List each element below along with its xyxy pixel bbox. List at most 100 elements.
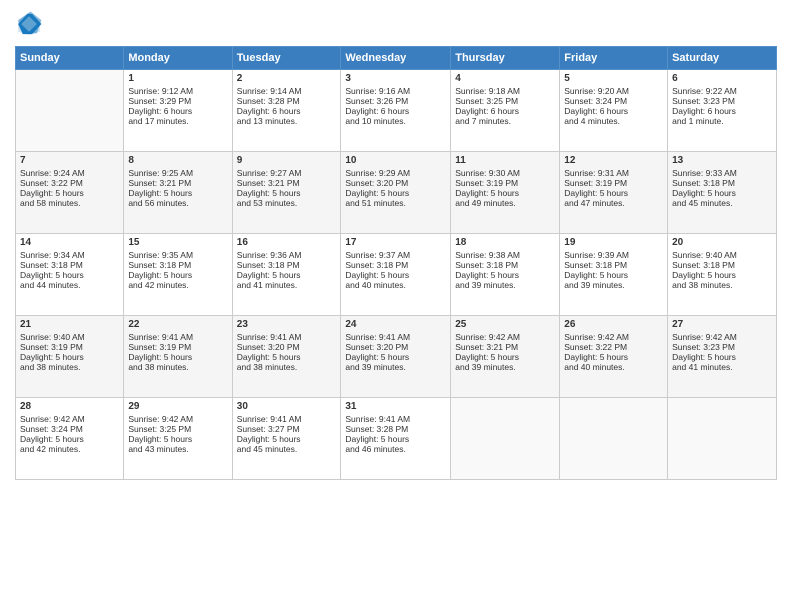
calendar-cell: 29 Sunrise: 9:42 AMSunset: 3:25 PMDayligh… — [124, 398, 232, 480]
cell-content-line: Sunset: 3:21 PM — [128, 178, 227, 188]
cell-content-line: and 45 minutes. — [237, 444, 337, 454]
day-number: 30 — [237, 401, 337, 412]
cell-content-line: Daylight: 5 hours — [672, 352, 772, 362]
calendar-cell: 15Sunrise: 9:35 AMSunset: 3:18 PMDayligh… — [124, 234, 232, 316]
calendar-cell: 9Sunrise: 9:27 AMSunset: 3:21 PMDaylight… — [232, 152, 341, 234]
calendar-day-header: Monday — [124, 47, 232, 70]
cell-content-line: and 58 minutes. — [20, 198, 119, 208]
cell-content-line: Sunrise: 9:42 AM — [455, 332, 555, 342]
cell-content-line: Sunrise: 9:41 AM — [237, 414, 337, 424]
cell-content-line: Sunrise: 9:42 AM — [128, 414, 227, 424]
calendar-day-header: Friday — [560, 47, 668, 70]
calendar-day-header: Thursday — [451, 47, 560, 70]
day-number: 5 — [564, 73, 663, 84]
calendar-cell: 28Sunrise: 9:42 AMSunset: 3:24 PMDayligh… — [16, 398, 124, 480]
cell-content-line: and 38 minutes. — [20, 362, 119, 372]
cell-content-line: Daylight: 5 hours — [128, 434, 227, 444]
cell-content-line: Sunrise: 9:39 AM — [564, 250, 663, 260]
cell-content-line: Sunset: 3:28 PM — [237, 96, 337, 106]
header — [15, 10, 777, 38]
cell-content-line: and 7 minutes. — [455, 116, 555, 126]
day-number: 19 — [564, 237, 663, 248]
cell-content-line: Daylight: 5 hours — [345, 188, 446, 198]
cell-content-line: Sunrise: 9:20 AM — [564, 86, 663, 96]
cell-content-line: and 49 minutes. — [455, 198, 555, 208]
cell-content-line: Daylight: 5 hours — [455, 352, 555, 362]
cell-content-line: Sunset: 3:27 PM — [237, 424, 337, 434]
cell-content-line: Sunset: 3:24 PM — [20, 424, 119, 434]
calendar-cell: 27Sunrise: 9:42 AMSunset: 3:23 PMDayligh… — [668, 316, 777, 398]
cell-content-line: Sunset: 3:20 PM — [345, 342, 446, 352]
day-number: 21 — [20, 319, 119, 330]
cell-content-line: Sunrise: 9:27 AM — [237, 168, 337, 178]
cell-content-line: Sunrise: 9:29 AM — [345, 168, 446, 178]
day-number: 23 — [237, 319, 337, 330]
cell-content-line: Daylight: 5 hours — [237, 434, 337, 444]
cell-content-line: and 13 minutes. — [237, 116, 337, 126]
cell-content-line: Sunset: 3:25 PM — [128, 424, 227, 434]
cell-content-line: Daylight: 5 hours — [237, 270, 337, 280]
calendar-cell: 18Sunrise: 9:38 AMSunset: 3:18 PMDayligh… — [451, 234, 560, 316]
calendar-cell: 14Sunrise: 9:34 AMSunset: 3:18 PMDayligh… — [16, 234, 124, 316]
calendar-cell — [16, 70, 124, 152]
cell-content-line: Daylight: 5 hours — [20, 352, 119, 362]
cell-content-line: Daylight: 5 hours — [455, 188, 555, 198]
calendar-cell: 21Sunrise: 9:40 AMSunset: 3:19 PMDayligh… — [16, 316, 124, 398]
cell-content-line: and 39 minutes. — [564, 280, 663, 290]
calendar-header-row: SundayMondayTuesdayWednesdayThursdayFrid… — [16, 47, 777, 70]
cell-content-line: and 41 minutes. — [672, 362, 772, 372]
cell-content-line: Sunset: 3:23 PM — [672, 96, 772, 106]
cell-content-line: Sunrise: 9:41 AM — [345, 332, 446, 342]
cell-content-line: and 17 minutes. — [128, 116, 227, 126]
cell-content-line: Sunset: 3:25 PM — [455, 96, 555, 106]
day-number: 14 — [20, 237, 119, 248]
logo-icon — [15, 10, 43, 38]
calendar-cell: 16Sunrise: 9:36 AMSunset: 3:18 PMDayligh… — [232, 234, 341, 316]
calendar-cell: 11Sunrise: 9:30 AMSunset: 3:19 PMDayligh… — [451, 152, 560, 234]
cell-content-line: Sunrise: 9:35 AM — [128, 250, 227, 260]
page: SundayMondayTuesdayWednesdayThursdayFrid… — [0, 0, 792, 612]
calendar-cell: 3Sunrise: 9:16 AMSunset: 3:26 PMDaylight… — [341, 70, 451, 152]
cell-content-line: Daylight: 5 hours — [455, 270, 555, 280]
day-number: 29 — [128, 401, 227, 412]
calendar-cell: 23Sunrise: 9:41 AMSunset: 3:20 PMDayligh… — [232, 316, 341, 398]
cell-content-line: Sunrise: 9:42 AM — [564, 332, 663, 342]
calendar-cell: 31Sunrise: 9:41 AMSunset: 3:28 PMDayligh… — [341, 398, 451, 480]
calendar-cell — [560, 398, 668, 480]
cell-content-line: and 38 minutes. — [237, 362, 337, 372]
calendar-cell: 22Sunrise: 9:41 AMSunset: 3:19 PMDayligh… — [124, 316, 232, 398]
cell-content-line: and 38 minutes. — [128, 362, 227, 372]
cell-content-line: Sunset: 3:28 PM — [345, 424, 446, 434]
cell-content-line: Daylight: 6 hours — [237, 106, 337, 116]
cell-content-line: Sunset: 3:19 PM — [564, 178, 663, 188]
day-number: 25 — [455, 319, 555, 330]
cell-content-line: Daylight: 5 hours — [345, 352, 446, 362]
calendar-cell: 30 Sunrise: 9:41 AMSunset: 3:27 PMDayligh… — [232, 398, 341, 480]
cell-content-line: Sunset: 3:18 PM — [672, 178, 772, 188]
calendar-cell: 8Sunrise: 9:25 AMSunset: 3:21 PMDaylight… — [124, 152, 232, 234]
day-number: 7 — [20, 155, 119, 166]
cell-content-line: Sunrise: 9:38 AM — [455, 250, 555, 260]
cell-content-line: Sunset: 3:19 PM — [455, 178, 555, 188]
cell-content-line: and 45 minutes. — [672, 198, 772, 208]
day-number: 20 — [672, 237, 772, 248]
cell-content-line: Sunrise: 9:36 AM — [237, 250, 337, 260]
cell-content-line: Sunset: 3:24 PM — [564, 96, 663, 106]
day-number: 1 — [128, 73, 227, 84]
cell-content-line: Sunset: 3:22 PM — [20, 178, 119, 188]
cell-content-line: and 42 minutes. — [20, 444, 119, 454]
cell-content-line: Daylight: 5 hours — [20, 270, 119, 280]
cell-content-line: Sunset: 3:21 PM — [237, 178, 337, 188]
day-number: 9 — [237, 155, 337, 166]
cell-content-line: and 4 minutes. — [564, 116, 663, 126]
calendar-cell: 24Sunrise: 9:41 AMSunset: 3:20 PMDayligh… — [341, 316, 451, 398]
cell-content-line: and 38 minutes. — [672, 280, 772, 290]
cell-content-line: Sunrise: 9:12 AM — [128, 86, 227, 96]
cell-content-line: Daylight: 6 hours — [128, 106, 227, 116]
day-number: 3 — [345, 73, 446, 84]
cell-content-line: Sunrise: 9:22 AM — [672, 86, 772, 96]
cell-content-line: and 39 minutes. — [455, 280, 555, 290]
cell-content-line: Daylight: 6 hours — [564, 106, 663, 116]
cell-content-line: and 39 minutes. — [455, 362, 555, 372]
day-number: 13 — [672, 155, 772, 166]
